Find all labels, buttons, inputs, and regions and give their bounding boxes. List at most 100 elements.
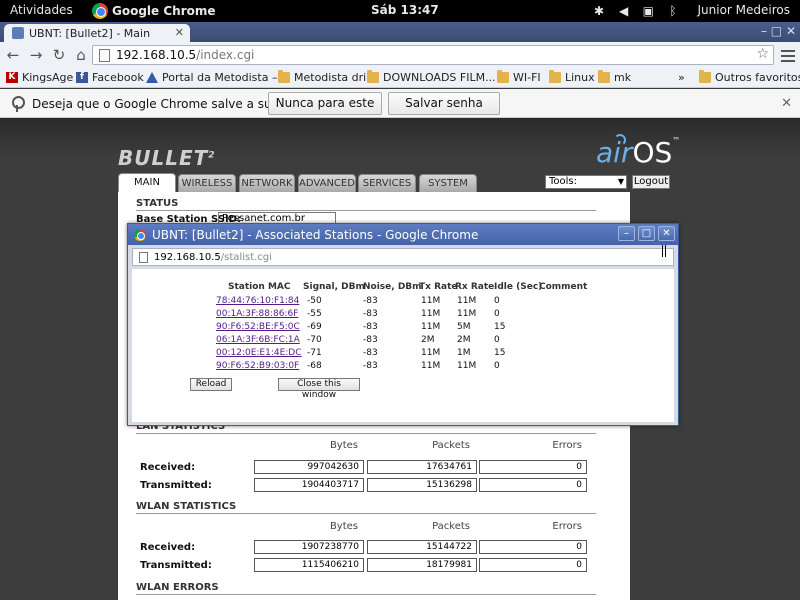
station-signal: -68	[307, 361, 322, 371]
station-signal: -70	[307, 335, 322, 345]
bookmark-wifi[interactable]: WI-FI	[497, 70, 541, 84]
save-password-button[interactable]: Salvar senha	[388, 92, 500, 115]
infobar-close-icon[interactable]: ✕	[781, 96, 792, 111]
station-tx: 11M	[421, 348, 441, 358]
col-noise: Noise, DBm	[363, 282, 422, 292]
bookmark-other-favorites[interactable]: Outros favoritos	[699, 70, 800, 84]
wlan-col-packets: Packets	[432, 521, 470, 532]
kingsage-icon: K	[6, 72, 18, 83]
station-rx: 2M	[457, 335, 471, 345]
station-signal: -55	[307, 309, 322, 319]
lan-transmitted-bytes: 1904403717	[254, 478, 364, 492]
tab-advanced[interactable]: ADVANCED	[298, 174, 356, 192]
accessibility-icon[interactable]: ✱	[592, 4, 606, 18]
col-signal: Signal, DBm	[303, 282, 365, 292]
station-tx: 11M	[421, 309, 441, 319]
tab-system[interactable]: SYSTEM	[419, 174, 477, 192]
close-window-button[interactable]: Close this window	[278, 378, 360, 400]
address-bar[interactable]: 192.168.10.5 /index.cgi ☆	[92, 45, 774, 65]
folder-icon	[598, 70, 610, 83]
bookmark-metodista-dri[interactable]: Metodista dri	[278, 70, 366, 84]
bookmark-mk[interactable]: mk	[598, 70, 631, 84]
popup-close-icon[interactable]: ✕	[658, 226, 675, 241]
page-icon	[99, 48, 110, 62]
facebook-icon: f	[76, 72, 88, 83]
station-mac-link[interactable]: 00:1A:3F:88:86:6F	[216, 309, 298, 319]
tab-close-icon[interactable]: ✕	[175, 26, 184, 39]
col-comment: Comment	[539, 282, 588, 292]
station-mac-link[interactable]: 00:12:0E:E1:4E:DC	[216, 348, 302, 358]
station-idle: 0	[494, 335, 500, 345]
lan-received-bytes: 997042630	[254, 460, 364, 474]
station-tx: 2M	[421, 335, 435, 345]
popup-maximize-icon[interactable]: □	[638, 226, 655, 241]
app-menu[interactable]: Google Chrome	[92, 1, 216, 21]
never-save-button[interactable]: Nunca para este site	[268, 92, 382, 131]
tab-services[interactable]: SERVICES	[358, 174, 416, 192]
forward-button[interactable]: →	[27, 46, 45, 64]
station-mac-link[interactable]: 90:F6:52:B9:03:0F	[216, 361, 299, 371]
chrome-logo-icon	[92, 3, 108, 19]
station-noise: -83	[363, 361, 378, 371]
logout-button[interactable]: Logout	[632, 175, 670, 189]
volume-icon[interactable]: ◀	[617, 4, 631, 18]
window-controls: – □ ✕	[761, 24, 796, 38]
associated-stations-window: UBNT: [Bullet2] - Associated Stations - …	[127, 223, 679, 426]
bookmark-portal-metodista[interactable]: Portal da Metodista –	[146, 71, 277, 84]
bookmark-star-icon[interactable]: ☆	[756, 46, 769, 62]
lan-transmitted-errors: 0	[479, 478, 587, 492]
station-rx: 11M	[457, 296, 477, 306]
wlan-statistics-title: WLAN STATISTICS	[136, 501, 596, 514]
station-noise: -83	[363, 296, 378, 306]
network-icon[interactable]: ▣	[641, 4, 655, 18]
window-maximize-icon[interactable]: □	[771, 24, 782, 38]
bookmark-linux[interactable]: Linux	[549, 70, 595, 84]
col-idle: Idle (Sec)	[494, 282, 543, 292]
bookmark-facebook[interactable]: f Facebook	[76, 71, 144, 84]
browser-tab[interactable]: UBNT: [Bullet2] - Main ✕	[4, 24, 190, 42]
lan-col-packets: Packets	[432, 440, 470, 451]
popup-titlebar[interactable]: UBNT: [Bullet2] - Associated Stations - …	[128, 224, 678, 245]
station-mac-link[interactable]: 06:1A:3F:6B:FC:1A	[216, 335, 300, 345]
col-rx-rate: Rx Rate	[455, 282, 495, 292]
folder-icon	[549, 70, 561, 83]
dropdown-arrow-icon: ▼	[617, 177, 624, 186]
chrome-menu-button[interactable]	[780, 47, 796, 63]
station-tx: 11M	[421, 322, 441, 332]
bookmark-downloads-filmes[interactable]: DOWNLOADS FILM...	[367, 70, 496, 84]
station-mac-link[interactable]: 90:F6:52:BE:F5:0C	[216, 322, 300, 332]
tools-select[interactable]: Tools: ▼	[545, 175, 627, 189]
url-path: /index.cgi	[196, 48, 255, 62]
wlan-transmitted-bytes: 1115406210	[254, 558, 364, 572]
lan-transmitted-packets: 15136298	[367, 478, 477, 492]
lan-col-errors: Errors	[552, 440, 582, 451]
station-signal: -50	[307, 296, 322, 306]
station-idle: 15	[494, 348, 506, 358]
station-rx: 11M	[457, 309, 477, 319]
clock[interactable]: Sáb 13:47	[371, 3, 439, 17]
reload-stations-button[interactable]: Reload	[190, 378, 232, 391]
bluetooth-icon[interactable]: ᛒ	[666, 4, 680, 18]
tab-network[interactable]: NETWORK	[239, 174, 295, 192]
wlan-col-bytes: Bytes	[329, 521, 358, 532]
lan-received-label: Received:	[140, 462, 196, 473]
text-cursor-icon	[662, 245, 666, 257]
window-minimize-icon[interactable]: –	[761, 24, 767, 38]
chrome-logo-icon	[134, 228, 146, 241]
user-menu[interactable]: Junior Medeiros	[697, 3, 790, 17]
reload-button[interactable]: ↻	[50, 46, 68, 64]
popup-minimize-icon[interactable]: –	[618, 226, 635, 241]
station-idle: 15	[494, 322, 506, 332]
tab-wireless[interactable]: WIRELESS	[178, 174, 236, 192]
popup-address-bar[interactable]: 192.168.10.5/stalist.cgi	[132, 248, 674, 266]
tab-main[interactable]: MAIN	[118, 173, 176, 193]
back-button[interactable]: ←	[4, 46, 22, 64]
station-mac-link[interactable]: 78:44:76:10:F1:84	[216, 296, 299, 306]
home-button[interactable]: ⌂	[72, 46, 90, 64]
lan-transmitted-label: Transmitted:	[140, 480, 212, 491]
activities-button[interactable]: Atividades	[10, 3, 73, 17]
station-noise: -83	[363, 309, 378, 319]
window-close-icon[interactable]: ✕	[786, 24, 796, 38]
bookmarks-overflow-button[interactable]: »	[678, 71, 685, 84]
bookmark-kingsage[interactable]: K KingsAge	[6, 71, 73, 84]
